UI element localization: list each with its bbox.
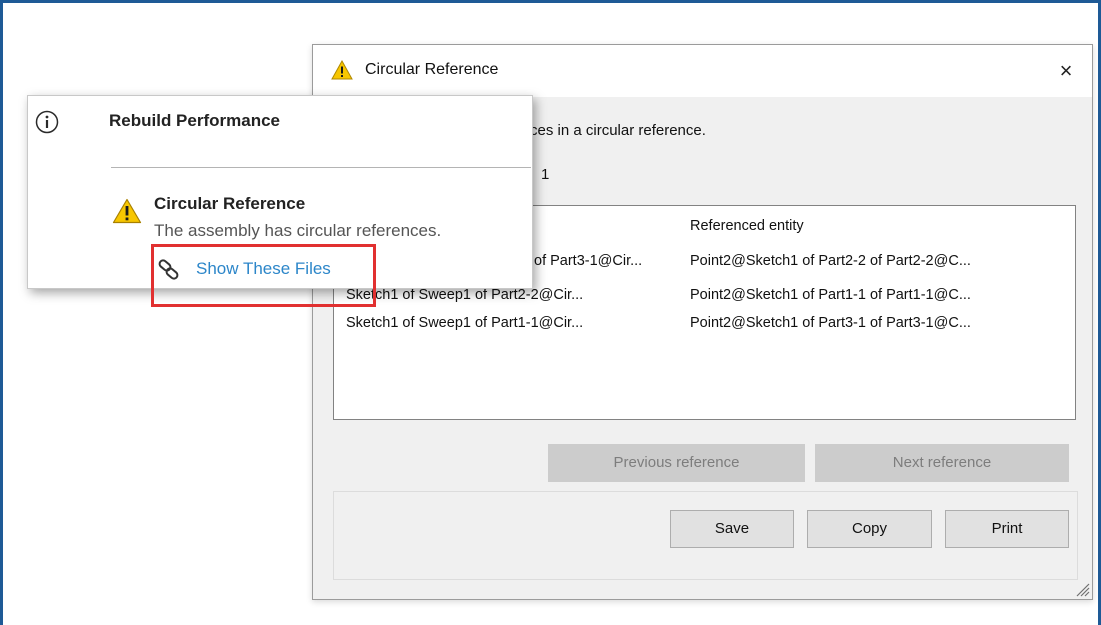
description-text: ces in a circular reference. — [530, 122, 706, 139]
circular-reference-item-title: Circular Reference — [154, 194, 306, 213]
info-icon — [35, 110, 59, 139]
save-button[interactable]: Save — [670, 510, 794, 548]
close-button[interactable]: × — [1048, 53, 1084, 89]
referenced-entity-header[interactable]: Referenced entity — [690, 218, 804, 234]
print-button[interactable]: Print — [945, 510, 1069, 548]
entity-cell: Sketch1 of Sweep1 of Part2-2@Cir... — [346, 287, 584, 303]
referenced-cell: Point2@Sketch1 of Part2-2 of Part2-2@C..… — [690, 253, 971, 269]
warning-icon — [331, 59, 353, 85]
popup-title: Rebuild Performance — [109, 111, 280, 130]
dialog-title-bar[interactable]: Circular Reference × — [313, 45, 1092, 97]
referenced-cell: Point2@Sketch1 of Part3-1 of Part3-1@C..… — [690, 315, 971, 331]
entity-cell: of Part3-1@Cir... — [534, 253, 643, 269]
highlight-box — [151, 244, 376, 307]
copy-button[interactable]: Copy — [807, 510, 932, 548]
resize-grip-icon[interactable] — [1074, 581, 1090, 597]
table-row[interactable]: Sketch1 of Sweep1 of Part1-1@Cir... Poin… — [334, 315, 1075, 339]
table-row[interactable]: Sketch1 of Sweep1 of Part2-2@Cir... Poin… — [334, 287, 1075, 311]
popup-divider — [111, 167, 531, 168]
referenced-cell: Point2@Sketch1 of Part1-1 of Part1-1@C..… — [690, 287, 971, 303]
dialog-title: Circular Reference — [365, 61, 499, 78]
previous-reference-button[interactable]: Previous reference — [548, 444, 805, 482]
warning-icon — [112, 198, 142, 229]
entity-cell: Sketch1 of Sweep1 of Part1-1@Cir... — [346, 315, 584, 331]
reference-count: 1 — [541, 166, 550, 183]
next-reference-button[interactable]: Next reference — [815, 444, 1069, 482]
circular-reference-item-text: The assembly has circular references. — [154, 221, 442, 240]
